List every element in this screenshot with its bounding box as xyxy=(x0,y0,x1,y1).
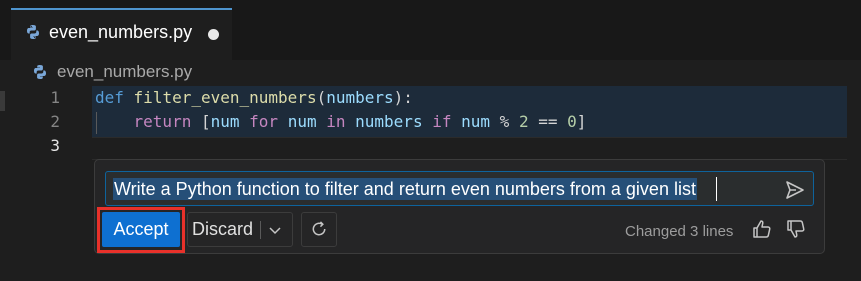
line-number-active: 3 xyxy=(50,136,60,155)
text-caret xyxy=(716,177,717,201)
tab-label: even_numbers.py xyxy=(49,22,193,42)
code-token: numbers xyxy=(355,112,423,131)
unsaved-dot-icon[interactable] xyxy=(208,29,219,40)
code-line[interactable]: def filter_even_numbers(numbers): xyxy=(95,86,413,110)
line-number: 1 xyxy=(50,88,60,107)
accept-button[interactable]: Accept xyxy=(102,212,180,247)
code-token: [ xyxy=(191,112,211,131)
code-token: num xyxy=(210,112,240,131)
thumbs-up-icon[interactable] xyxy=(751,218,773,240)
code-token: ): xyxy=(393,88,413,107)
code-token: for xyxy=(249,112,279,131)
chat-prompt-input[interactable]: Write a Python function to filter and re… xyxy=(105,171,814,206)
send-icon[interactable] xyxy=(784,179,806,201)
chat-prompt-text: Write a Python function to filter and re… xyxy=(113,178,697,200)
changes-status: Changed 3 lines xyxy=(625,223,734,240)
current-line-highlight xyxy=(92,137,847,160)
python-icon xyxy=(34,65,46,79)
editor-tab-bar: even_numbers.py xyxy=(0,0,861,60)
divider xyxy=(260,221,261,239)
tab-even-numbers[interactable]: even_numbers.py xyxy=(11,8,232,60)
regenerate-button[interactable] xyxy=(301,212,337,247)
inline-chat-widget: Write a Python function to filter and re… xyxy=(94,159,825,254)
code-token: def xyxy=(95,88,124,107)
code-token: num xyxy=(287,112,317,131)
code-token: 0 xyxy=(567,112,577,131)
code-token: num xyxy=(461,112,491,131)
code-token: return xyxy=(133,112,192,131)
chevron-down-icon[interactable] xyxy=(267,222,283,238)
code-token: in xyxy=(326,112,346,131)
code-token: if xyxy=(432,112,452,131)
discard-label: Discard xyxy=(192,219,254,239)
breadcrumb-filename: even_numbers.py xyxy=(57,62,193,81)
code-token: filter_even_numbers xyxy=(133,88,317,107)
code-token: ] xyxy=(576,112,587,131)
code-token: % xyxy=(490,112,519,131)
thumbs-down-icon[interactable] xyxy=(785,218,807,240)
refresh-icon xyxy=(312,221,326,236)
code-line[interactable]: return [num for num in numbers if num % … xyxy=(95,110,587,134)
discard-button[interactable]: Discard xyxy=(187,212,293,247)
line-number: 2 xyxy=(50,112,60,131)
code-token: 2 xyxy=(518,112,529,131)
code-token: ( xyxy=(316,88,327,107)
code-token: == xyxy=(528,112,568,131)
python-icon xyxy=(27,25,39,39)
code-token: numbers xyxy=(326,88,394,107)
